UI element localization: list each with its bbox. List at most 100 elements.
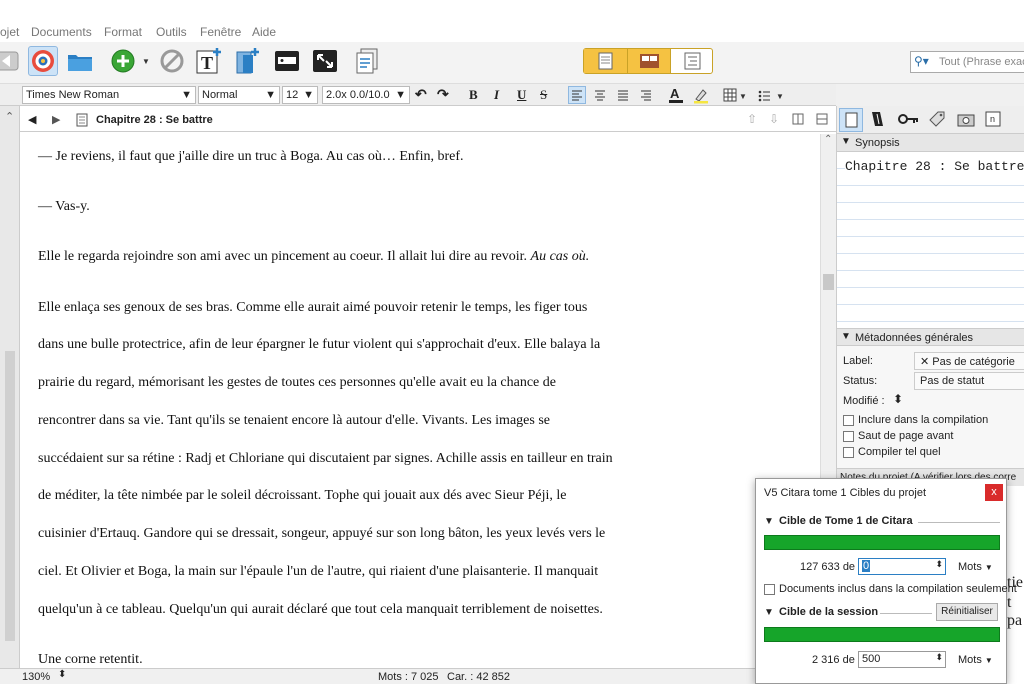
include-compile-checkbox[interactable]: Inclure dans la compilation — [843, 414, 988, 426]
split-vertical-icon[interactable] — [792, 113, 804, 128]
paragraph: Elle le regarda rejoindre son ami avec u… — [38, 249, 590, 264]
new-text-icon[interactable]: T — [194, 46, 224, 76]
add-icon[interactable] — [108, 46, 138, 76]
bookmark-tab-icon[interactable] — [868, 109, 888, 132]
scroll-up-icon[interactable]: ⌃ — [824, 134, 832, 145]
menu-outils[interactable]: Outils — [156, 25, 187, 39]
fullscreen-icon[interactable] — [310, 46, 340, 76]
divider — [880, 613, 932, 614]
paragraph: Elle enlaça ses genoux de ses bras. Comm… — [38, 300, 588, 315]
redo-icon[interactable]: ↷ — [437, 87, 449, 104]
chevron-up-icon[interactable]: ⌃ — [5, 110, 14, 123]
notes-text-fragment: t pa — [1007, 594, 1023, 629]
underline-button[interactable]: U — [517, 87, 526, 103]
svg-text:▼: ▼ — [776, 92, 784, 101]
text-color-icon[interactable]: A — [667, 86, 685, 107]
status-bar: 130% ⬍ Mots : 7 025 Car. : 42 852 ◎ — [0, 668, 836, 684]
style-select[interactable]: Normal ▼ — [198, 86, 280, 104]
notes-tab-icon[interactable] — [839, 108, 863, 132]
list-icon[interactable]: ▼ — [756, 86, 786, 107]
checkbox[interactable] — [843, 414, 854, 426]
no-entry-icon[interactable] — [157, 46, 187, 76]
compile-as-is-checkbox[interactable]: Compiler tel quel — [843, 446, 941, 458]
project-progress-fill — [765, 536, 999, 549]
collapse-triangle-icon[interactable]: ▼ — [841, 136, 851, 147]
paragraph: cuisinier d'Ertauq. Gandore qui se dress… — [38, 526, 606, 541]
style-value: Normal — [202, 89, 238, 101]
synopsis-area[interactable]: Chapitre 28 : Se battre — [837, 152, 1024, 328]
line-spacing-select[interactable]: 2.0x 0.0/10.0 ▼ — [322, 86, 410, 104]
page-break-checkbox[interactable]: Saut de page avant — [843, 430, 953, 442]
char-count: Car. : 42 852 — [447, 671, 510, 683]
split-horizontal-icon[interactable] — [816, 113, 828, 128]
stepper-icon[interactable]: ⬍ — [935, 652, 943, 663]
arrow-down-icon[interactable]: ⇩ — [769, 112, 779, 126]
docs-included-checkbox[interactable]: Documents inclus dans la compilation seu… — [764, 583, 1017, 595]
search-box[interactable]: ⚲▾ Tout (Phrase exact — [910, 51, 1024, 73]
search-icon[interactable]: ⚲▾ — [914, 54, 929, 68]
metadata-header[interactable]: ▼ Métadonnées générales — [837, 328, 1024, 346]
tag-tab-icon[interactable] — [927, 109, 947, 132]
compile-icon[interactable] — [352, 46, 382, 76]
highlight-icon[interactable] — [692, 86, 710, 107]
clear-x-icon[interactable]: ✕ — [920, 356, 929, 368]
snapshot-tab-icon[interactable] — [955, 109, 977, 132]
bold-button[interactable]: B — [469, 87, 478, 103]
strikethrough-button[interactable]: S — [540, 87, 547, 103]
view-document-icon[interactable] — [584, 49, 627, 73]
arrow-up-icon[interactable]: ⇧ — [747, 112, 757, 126]
menu-aide[interactable]: Aide — [252, 25, 276, 39]
comments-tab-icon[interactable]: n — [983, 109, 1003, 132]
align-center-icon[interactable] — [592, 87, 608, 106]
close-button[interactable]: x — [985, 484, 1003, 501]
project-target-input[interactable]: 0 ⬍ — [858, 558, 946, 575]
label-select[interactable]: ✕ Pas de catégorie — [914, 352, 1024, 370]
key-tab-icon[interactable] — [897, 109, 921, 132]
undo-icon[interactable]: ↶ — [415, 87, 427, 104]
menu-fenetre[interactable]: Fenêtre — [200, 25, 241, 39]
view-outline-icon[interactable] — [670, 49, 713, 73]
font-size-select[interactable]: 12 ▼ — [282, 86, 318, 104]
font-family-select[interactable]: Times New Roman ▼ — [22, 86, 196, 104]
history-forward-icon[interactable]: ▶ — [52, 113, 60, 126]
reset-button[interactable]: Réinitialiser — [936, 603, 998, 621]
new-folder-doc-icon[interactable] — [232, 46, 262, 76]
scroll-thumb[interactable] — [823, 274, 834, 290]
binder-collapsed-gutter[interactable]: ⌃ — [0, 106, 20, 668]
synopsis-header[interactable]: ▼ Synopsis — [837, 134, 1024, 152]
back-arrow-icon[interactable] — [0, 46, 22, 76]
collapse-triangle-icon[interactable]: ▼ — [764, 607, 774, 618]
checkbox[interactable] — [764, 583, 775, 595]
history-back-icon[interactable]: ◀ — [28, 113, 36, 126]
zoom-stepper-icon[interactable]: ⬍ — [58, 669, 66, 680]
align-left-icon[interactable] — [568, 86, 586, 104]
project-unit-select[interactable]: Mots ▼ — [958, 561, 993, 573]
folder-icon[interactable] — [65, 46, 95, 76]
search-input[interactable]: Tout (Phrase exact — [939, 56, 1024, 68]
binder-scrollbar[interactable] — [5, 351, 15, 641]
italic-button[interactable]: I — [494, 87, 499, 103]
checkbox[interactable] — [843, 430, 854, 442]
stepper-icon[interactable]: ⬍ — [935, 559, 943, 570]
collapse-triangle-icon[interactable]: ▼ — [764, 516, 774, 527]
status-select[interactable]: Pas de statut — [914, 372, 1024, 390]
collapse-triangle-icon[interactable]: ▼ — [841, 331, 851, 342]
session-unit-select[interactable]: Mots ▼ — [958, 654, 993, 666]
add-dropdown-icon[interactable]: ▼ — [142, 57, 150, 66]
align-justify-icon[interactable] — [615, 87, 631, 106]
menu-projet[interactable]: ojet — [0, 25, 19, 39]
menu-documents[interactable]: Documents — [31, 25, 92, 39]
modified-stepper-icon[interactable]: ⬍ — [893, 392, 903, 406]
checkbox[interactable] — [843, 446, 854, 458]
target-icon[interactable] — [28, 46, 58, 76]
view-corkboard-icon[interactable] — [627, 49, 670, 73]
metadata-label: Métadonnées générales — [855, 332, 974, 344]
menu-format[interactable]: Format — [104, 25, 142, 39]
paragraph: Une corne retentit. — [38, 652, 143, 667]
align-right-icon[interactable] — [638, 87, 654, 106]
table-icon[interactable]: ▼ — [722, 86, 748, 107]
keyboard-icon[interactable] — [272, 46, 302, 76]
include-compile-label: Inclure dans la compilation — [858, 414, 989, 426]
session-target-input[interactable]: 500 ⬍ — [858, 651, 946, 668]
zoom-level[interactable]: 130% — [22, 671, 50, 683]
